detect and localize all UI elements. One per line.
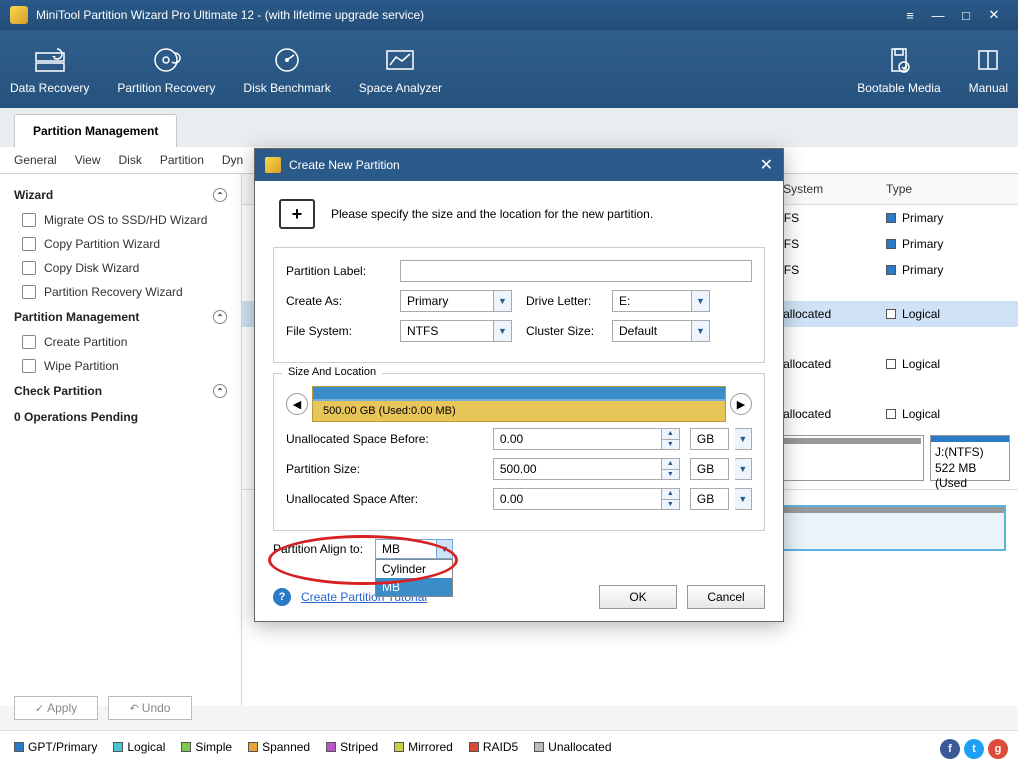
bootable-media-icon <box>883 44 915 76</box>
dialog-titlebar[interactable]: Create New Partition ✕ <box>255 149 783 181</box>
space-before-input[interactable]: ▲▼ <box>493 428 680 450</box>
partition-align-select[interactable]: MB▼ Cylinder MB <box>375 539 453 559</box>
partition-recovery-button[interactable]: Partition Recovery <box>117 44 215 95</box>
minimize-icon[interactable]: — <box>924 8 952 23</box>
space-after-input[interactable]: ▲▼ <box>493 488 680 510</box>
sidebar-create-partition[interactable]: Create Partition <box>0 330 241 354</box>
legend: GPT/Primary Logical Simple Spanned Strip… <box>0 730 1018 762</box>
chevron-down-icon: ▼ <box>493 291 511 311</box>
manual-button[interactable]: Manual <box>969 44 1008 95</box>
chevron-down-icon: ▼ <box>436 540 452 558</box>
twitter-icon[interactable]: t <box>964 739 984 759</box>
collapse-icon[interactable]: ⌃ <box>213 188 227 202</box>
unit-select[interactable]: ▼ <box>735 458 752 480</box>
sidebar-pending: 0 Operations Pending <box>0 404 241 430</box>
help-icon[interactable]: ? <box>273 588 291 606</box>
size-right-button[interactable]: ▶ <box>730 393 752 415</box>
collapse-icon[interactable]: ⌃ <box>213 384 227 398</box>
create-icon <box>22 335 36 349</box>
disk-plus-icon: + <box>279 199 315 229</box>
fieldset-basic: Partition Label: Create As: Primary▼ Dri… <box>273 247 765 363</box>
migrate-icon <box>22 213 36 227</box>
align-option-mb[interactable]: MB <box>376 578 452 596</box>
app-logo <box>10 6 28 24</box>
partition-size-input[interactable]: ▲▼ <box>493 458 680 480</box>
social-icons: f t g <box>940 739 1008 759</box>
fieldset-size: Size And Location ◀ 500.00 GB (Used:0.00… <box>273 373 765 531</box>
menu-general[interactable]: General <box>14 153 57 167</box>
cancel-button[interactable]: Cancel <box>687 585 765 609</box>
bootable-media-button[interactable]: Bootable Media <box>857 44 940 95</box>
dialog-close-icon[interactable]: ✕ <box>760 155 773 175</box>
partition-label-input[interactable] <box>400 260 752 282</box>
manual-icon <box>972 44 1004 76</box>
window-title: MiniTool Partition Wizard Pro Ultimate 1… <box>36 8 896 22</box>
recover-icon <box>22 285 36 299</box>
close-icon[interactable]: ✕ <box>980 7 1008 23</box>
partition-recovery-icon <box>150 44 182 76</box>
data-recovery-icon <box>34 44 66 76</box>
cluster-size-select[interactable]: Default▼ <box>612 320 710 342</box>
main-toolbar: Data Recovery Partition Recovery Disk Be… <box>0 30 1018 108</box>
footer-buttons: ✓ Apply ↶ Undo <box>14 696 192 720</box>
dialog-title: Create New Partition <box>289 158 400 172</box>
col-type[interactable]: Type <box>880 182 1018 196</box>
ok-button[interactable]: OK <box>599 585 677 609</box>
data-recovery-button[interactable]: Data Recovery <box>10 44 89 95</box>
create-partition-dialog: Create New Partition ✕ + Please specify … <box>254 148 784 622</box>
tabstrip: Partition Management <box>0 108 1018 147</box>
size-bar[interactable]: 500.00 GB (Used:0.00 MB) <box>312 386 726 422</box>
copy-part-icon <box>22 237 36 251</box>
tab-partition-management[interactable]: Partition Management <box>14 114 177 147</box>
titlebar: MiniTool Partition Wizard Pro Ultimate 1… <box>0 0 1018 30</box>
space-analyzer-button[interactable]: Space Analyzer <box>359 44 442 95</box>
file-system-select[interactable]: NTFS▼ <box>400 320 512 342</box>
maximize-icon[interactable]: □ <box>952 8 980 23</box>
sidebar-partition-recovery[interactable]: Partition Recovery Wizard <box>0 280 241 304</box>
disk-benchmark-icon <box>271 44 303 76</box>
sidebar: Wizard⌃ Migrate OS to SSD/HD Wizard Copy… <box>0 174 242 706</box>
size-left-button[interactable]: ◀ <box>286 393 308 415</box>
facebook-icon[interactable]: f <box>940 739 960 759</box>
menu-disk[interactable]: Disk <box>119 153 142 167</box>
space-analyzer-icon <box>384 44 416 76</box>
create-as-select[interactable]: Primary▼ <box>400 290 512 312</box>
menu-icon[interactable]: ≡ <box>896 8 924 23</box>
copy-disk-icon <box>22 261 36 275</box>
dialog-logo <box>265 157 281 173</box>
sidebar-check-head[interactable]: Check Partition⌃ <box>0 378 241 404</box>
drive-letter-select[interactable]: E:▼ <box>612 290 710 312</box>
chevron-down-icon: ▼ <box>691 291 709 311</box>
menu-dynamic[interactable]: Dyn <box>222 153 243 167</box>
sidebar-wizard-head[interactable]: Wizard⌃ <box>0 182 241 208</box>
gplus-icon[interactable]: g <box>988 739 1008 759</box>
unit-select[interactable]: ▼ <box>735 488 752 510</box>
wipe-icon <box>22 359 36 373</box>
align-dropdown-options[interactable]: Cylinder MB <box>375 559 453 597</box>
partition-j[interactable]: J:(NTFS)522 MB (Used <box>930 435 1010 481</box>
menu-partition[interactable]: Partition <box>160 153 204 167</box>
sidebar-pm-head[interactable]: Partition Management⌃ <box>0 304 241 330</box>
disk-benchmark-button[interactable]: Disk Benchmark <box>243 44 330 95</box>
collapse-icon[interactable]: ⌃ <box>213 310 227 324</box>
chevron-down-icon: ▼ <box>691 321 709 341</box>
sidebar-wipe-partition[interactable]: Wipe Partition <box>0 354 241 378</box>
apply-button[interactable]: ✓ Apply <box>14 696 98 720</box>
menu-view[interactable]: View <box>75 153 101 167</box>
sidebar-migrate-os[interactable]: Migrate OS to SSD/HD Wizard <box>0 208 241 232</box>
unit-select[interactable]: ▼ <box>735 428 752 450</box>
sidebar-copy-disk[interactable]: Copy Disk Wizard <box>0 256 241 280</box>
sidebar-copy-partition[interactable]: Copy Partition Wizard <box>0 232 241 256</box>
align-option-cylinder[interactable]: Cylinder <box>376 560 452 578</box>
dialog-intro: Please specify the size and the location… <box>331 207 653 221</box>
chevron-down-icon: ▼ <box>493 321 511 341</box>
undo-button[interactable]: ↶ Undo <box>108 696 192 720</box>
